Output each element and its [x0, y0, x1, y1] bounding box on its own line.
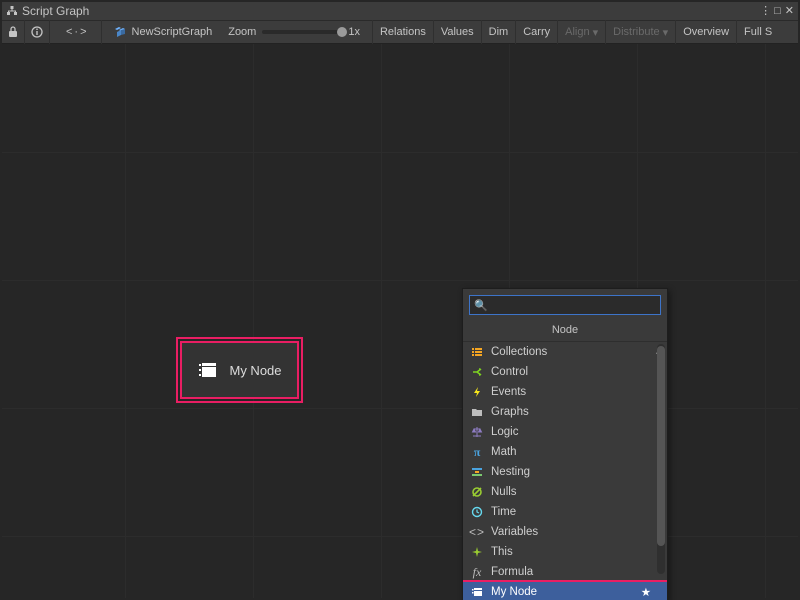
finder-item-math[interactable]: πMath› — [463, 442, 667, 462]
favorite-star-icon[interactable]: ★ — [641, 585, 651, 599]
finder-item-label: This — [491, 546, 661, 558]
finder-item-nulls[interactable]: Nulls› — [463, 482, 667, 502]
nest-icon — [469, 466, 485, 478]
breadcrumb[interactable]: NewScriptGraph — [106, 26, 221, 38]
graph-canvas[interactable]: My Node 🔍 Node Collections›Control›Event… — [2, 44, 798, 598]
finder-item-label: Nulls — [491, 486, 661, 498]
finder-search-input[interactable] — [490, 299, 656, 311]
finder-item-label: Graphs — [491, 406, 661, 418]
graph-type-icon — [6, 5, 18, 17]
dim-button[interactable]: Dim — [481, 20, 516, 44]
finder-item-label: Events — [491, 386, 661, 398]
finder-item-label: Control — [491, 366, 661, 378]
zoom-label: Zoom — [228, 26, 256, 38]
finder-item-control[interactable]: Control› — [463, 362, 667, 382]
finder-item-graphs[interactable]: Graphs› — [463, 402, 667, 422]
branch-icon — [469, 366, 485, 378]
overview-button[interactable]: Overview — [675, 20, 736, 44]
values-button[interactable]: Values — [433, 20, 481, 44]
finder-item-label: Time — [491, 506, 661, 518]
finder-search[interactable]: 🔍 — [469, 295, 661, 315]
vars-icon: <> — [469, 525, 485, 539]
zoom-slider[interactable] — [262, 30, 342, 34]
finder-item-collections[interactable]: Collections› — [463, 342, 667, 362]
finder-title: Node — [463, 321, 667, 342]
nulls-icon — [469, 486, 485, 498]
zoom-control: Zoom 1x — [220, 26, 368, 38]
finder-list: Collections›Control›Events›Graphs›Logic›… — [463, 342, 667, 600]
pi-icon: π — [469, 445, 485, 460]
title-bar: Script Graph ⋮ □ ✕ — [2, 2, 798, 20]
relations-button[interactable]: Relations — [372, 20, 433, 44]
graph-asset-icon — [114, 26, 126, 38]
variables-button[interactable]: <·> — [54, 20, 102, 44]
star4-icon — [469, 546, 485, 558]
window-title: Script Graph — [22, 4, 89, 18]
clock-icon — [469, 506, 485, 518]
finder-item-label: Nesting — [491, 466, 661, 478]
node-finder-popup: 🔍 Node Collections›Control›Events›Graphs… — [462, 288, 668, 600]
zoom-value: 1x — [348, 26, 360, 38]
folder-icon — [469, 406, 485, 418]
finder-item-time[interactable]: Time› — [463, 502, 667, 522]
lock-button[interactable] — [2, 20, 25, 44]
finder-item-variables[interactable]: <>Variables› — [463, 522, 667, 542]
bolt-icon — [469, 386, 485, 398]
maximize-icon[interactable]: □ — [774, 5, 781, 17]
finder-item-this[interactable]: This — [463, 542, 667, 562]
carry-button[interactable]: Carry — [515, 20, 557, 44]
search-icon: 🔍 — [474, 299, 488, 312]
finder-item-label: Formula — [491, 566, 661, 578]
finder-item-my-node[interactable]: My Node★▾ — [463, 582, 667, 600]
distribute-dropdown[interactable]: Distribute ▾ — [605, 20, 675, 44]
kebab-menu-icon[interactable]: ⋮ — [760, 4, 770, 17]
graph-node-my-node[interactable]: My Node — [180, 341, 299, 399]
finder-item-events[interactable]: Events› — [463, 382, 667, 402]
breadcrumb-label: NewScriptGraph — [132, 26, 213, 38]
finder-item-label: Variables — [491, 526, 661, 538]
finder-item-formula[interactable]: fx Formula — [463, 562, 667, 582]
toolbar: <·> NewScriptGraph Zoom 1x Relations Val… — [2, 20, 798, 44]
finder-item-label: Math — [491, 446, 661, 458]
fullscreen-button[interactable]: Full S — [736, 20, 779, 44]
node-label: My Node — [229, 363, 281, 378]
finder-item-nesting[interactable]: Nesting› — [463, 462, 667, 482]
scale-icon — [469, 426, 485, 438]
close-icon[interactable]: ✕ — [785, 4, 794, 17]
nodeicon-icon — [469, 586, 485, 598]
finder-item-label: My Node — [491, 586, 641, 598]
finder-scrollbar[interactable]: ▲ — [657, 344, 665, 574]
node-icon — [197, 359, 219, 381]
list-icon — [469, 346, 485, 358]
finder-item-label: Collections — [491, 346, 661, 358]
finder-item-logic[interactable]: Logic› — [463, 422, 667, 442]
fx-icon: fx — [469, 565, 485, 580]
align-dropdown[interactable]: Align ▾ — [557, 20, 605, 44]
scrollbar-thumb[interactable] — [657, 346, 665, 546]
finder-item-label: Logic — [491, 426, 661, 438]
info-button[interactable] — [25, 20, 50, 44]
